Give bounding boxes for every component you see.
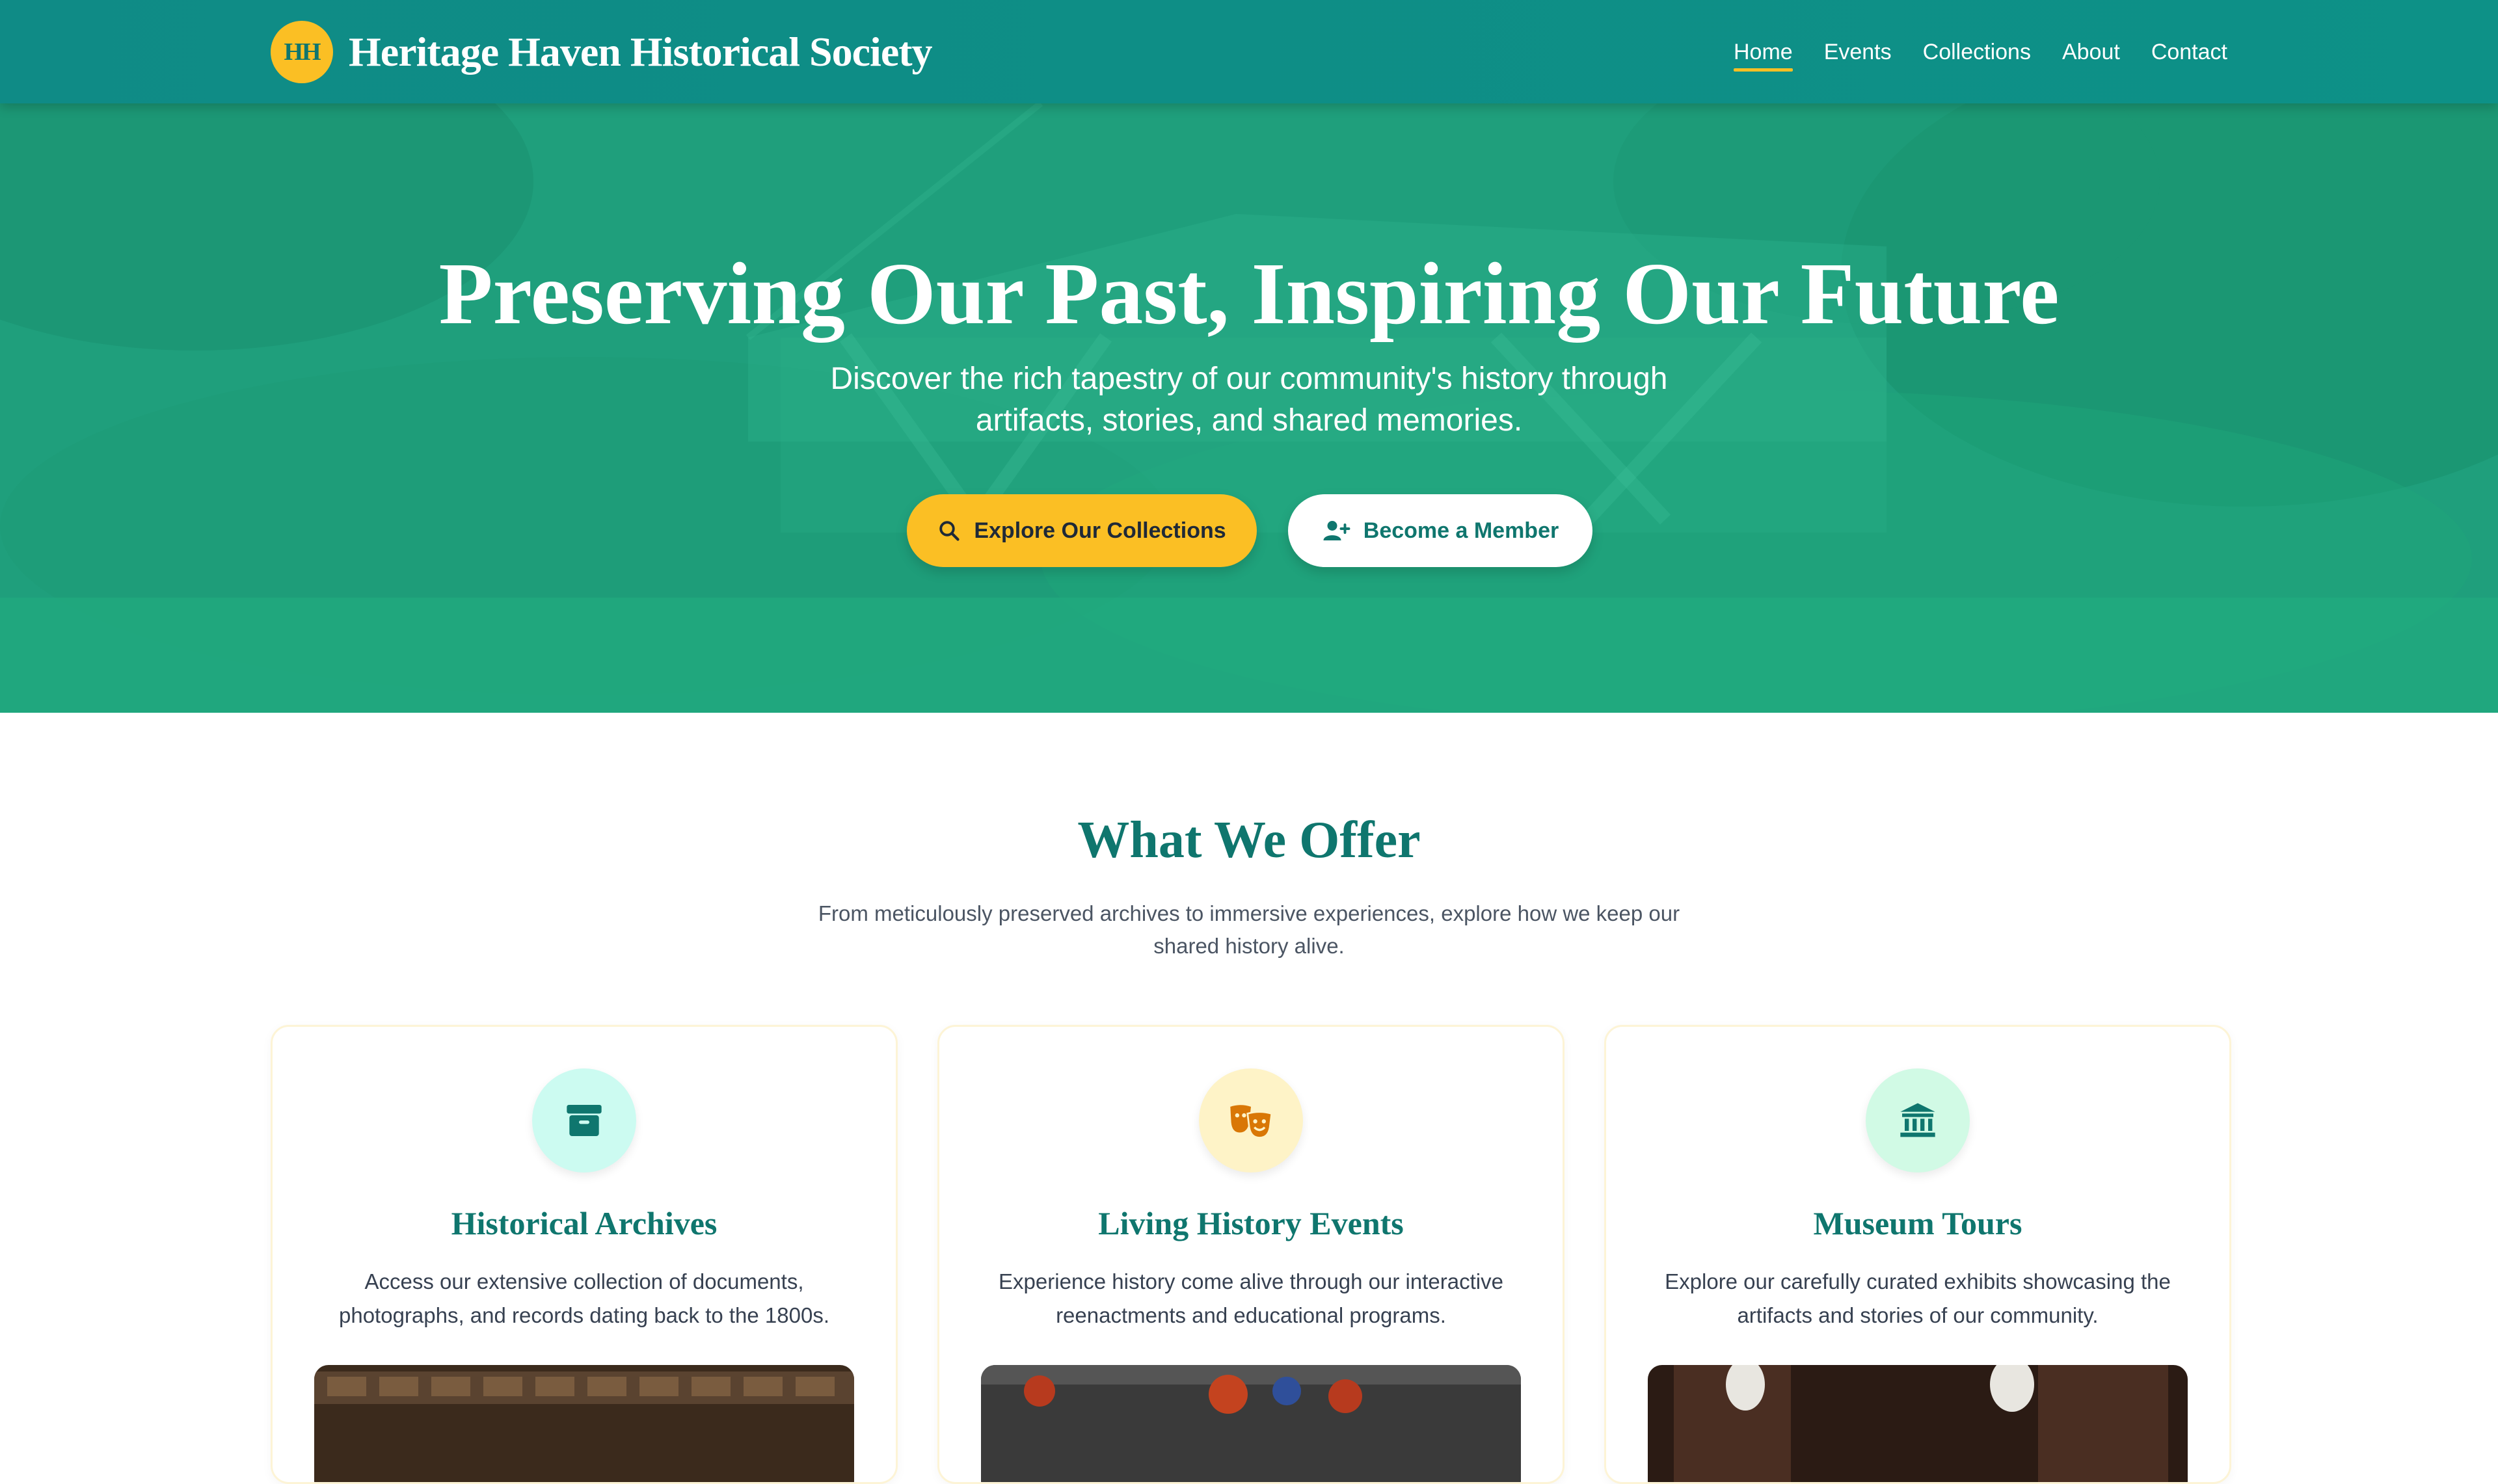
card-description: Access our extensive collection of docum… [338, 1269, 830, 1327]
archive-icon-circle [532, 1068, 636, 1173]
card-description: Experience history come alive through ou… [999, 1269, 1503, 1327]
nav-link-about[interactable]: About [2062, 34, 2120, 70]
tours-photo [1648, 1365, 2188, 1482]
card-title: Historical Archives [451, 1205, 718, 1241]
offer-section-title: What We Offer [1077, 812, 1421, 869]
nav-link-home[interactable]: Home [1733, 34, 1793, 72]
become-member-button[interactable]: Become a Member [1288, 494, 1592, 567]
top-navigation: HH Heritage Haven Historical Society Hom… [0, 0, 2498, 103]
hero-section: Preserving Our Past, Inspiring Our Futur… [0, 103, 2498, 713]
tours-icon-circle [1866, 1068, 1970, 1173]
explore-collections-button[interactable]: Explore Our Collections [907, 494, 1257, 567]
museum-building-icon [1900, 1103, 1935, 1137]
logo-badge[interactable]: HH [271, 21, 333, 83]
nav-links: Home Events Collections About Contact [1733, 34, 2227, 72]
offer-card-events[interactable]: Living History Events Experience history… [937, 1025, 1565, 1484]
hero-title: Preserving Our Past, Inspiring Our Futur… [438, 245, 2060, 343]
become-member-label: Become a Member [1363, 518, 1559, 543]
card-title: Living History Events [1098, 1205, 1404, 1241]
explore-collections-label: Explore Our Collections [974, 518, 1226, 543]
user-plus-icon [1323, 521, 1350, 540]
search-icon [939, 521, 960, 541]
offer-section-subtitle: From meticulously preserved archives to … [818, 901, 1680, 958]
offer-card-tours[interactable]: Museum Tours Explore our carefully curat… [1604, 1025, 2231, 1484]
site-brand[interactable]: Heritage Haven Historical Society [349, 26, 933, 78]
events-icon-circle [1199, 1068, 1303, 1173]
card-description: Explore our carefully curated exhibits s… [1665, 1269, 2171, 1327]
nav-link-events[interactable]: Events [1824, 34, 1892, 70]
hero-subtitle: Discover the rich tapestry of our commun… [830, 362, 1668, 438]
card-title: Museum Tours [1813, 1205, 2022, 1241]
archives-photo [314, 1365, 854, 1482]
nav-link-contact[interactable]: Contact [2151, 34, 2227, 70]
nav-link-collections[interactable]: Collections [1923, 34, 2031, 70]
theater-masks-icon [1230, 1105, 1273, 1139]
offer-card-archives[interactable]: Historical Archives Access our extensive… [271, 1025, 898, 1484]
events-photo [981, 1365, 1521, 1482]
archive-box-icon [567, 1105, 602, 1136]
